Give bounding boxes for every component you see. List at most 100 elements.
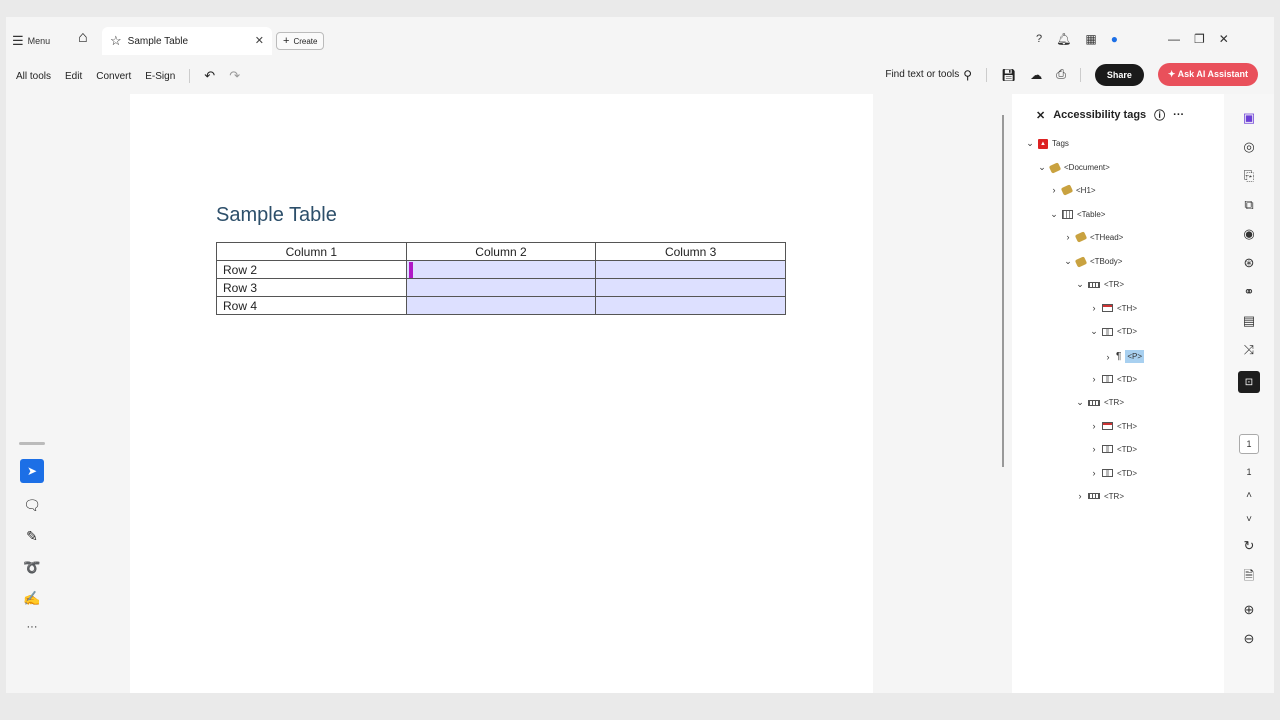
document-page[interactable]: Sample Table Column 1 Column 2 Column 3 … (130, 94, 873, 693)
redo-icon[interactable]: ↷ (229, 68, 240, 84)
edit-button[interactable]: Edit (65, 71, 82, 82)
create-button[interactable]: + Create (276, 32, 325, 50)
table-cell[interactable] (595, 260, 786, 279)
home-icon[interactable]: ⌂ (78, 29, 88, 47)
table-cell[interactable] (405, 296, 597, 315)
sign-icon[interactable]: ✍ (23, 590, 40, 607)
chevron-down-icon[interactable]: ⌄ (1076, 279, 1084, 290)
more-tools-icon[interactable]: ··· (27, 621, 38, 633)
document-properties-icon[interactable]: ▤ (1243, 313, 1255, 329)
drag-handle[interactable] (19, 442, 45, 445)
document-tab[interactable]: ☆ Sample Table ✕ (102, 27, 272, 55)
table-cell[interactable]: Row 3 (216, 278, 407, 297)
info-icon[interactable]: ⓘ (1154, 107, 1165, 123)
table-header-cell[interactable]: Column 1 (216, 242, 407, 261)
profile-icon[interactable]: ● (1111, 32, 1118, 46)
table-cell-selected[interactable] (405, 260, 597, 279)
share-button[interactable]: Share (1094, 63, 1144, 86)
star-icon[interactable]: ☆ (110, 33, 122, 49)
layers-icon[interactable]: ◉ (1243, 226, 1254, 242)
restore-icon[interactable]: ❐ (1194, 32, 1205, 46)
page-fit-icon[interactable]: 🗎︎ (1244, 567, 1254, 589)
select-cursor-icon[interactable]: ➤ (20, 459, 44, 483)
chevron-right-icon[interactable]: › (1050, 185, 1058, 195)
tree-node[interactable]: ⌄ <TD> (1090, 326, 1137, 337)
accessibility-tags-icon[interactable]: ⊡ (1238, 371, 1260, 393)
pages-icon[interactable]: ⧉ (1244, 197, 1253, 213)
bookmark-icon[interactable]: ⎘ (1244, 168, 1254, 184)
convert-button[interactable]: Convert (96, 71, 131, 82)
upload-cloud-icon[interactable]: ☁ (1030, 68, 1042, 82)
attachments-icon[interactable]: ⊛ (1244, 255, 1255, 271)
tree-node-selected[interactable]: › ¶ <P> (1104, 350, 1145, 363)
tree-node[interactable]: › <TD> (1090, 468, 1138, 478)
table-cell[interactable] (405, 278, 597, 297)
save-icon[interactable]: 💾︎ (1001, 68, 1016, 82)
tree-node[interactable]: › <TR> (1076, 491, 1125, 501)
table-cell[interactable]: Row 4 (216, 296, 407, 315)
tree-node[interactable]: › <TD> (1090, 374, 1138, 384)
tree-node[interactable]: › <H1> (1050, 184, 1096, 196)
tree-node[interactable]: › <TH> (1090, 421, 1138, 431)
chevron-right-icon[interactable]: › (1090, 468, 1098, 478)
tree-node[interactable]: › <TD> (1090, 444, 1138, 454)
search-icon: ⚲ (963, 67, 973, 82)
notification-bell-icon[interactable]: 🔔︎ (1056, 32, 1071, 46)
chevron-down-icon[interactable]: ⌄ (1064, 256, 1072, 267)
close-tab-icon[interactable]: ✕ (255, 34, 264, 47)
table-cell[interactable] (595, 296, 786, 315)
table-header-cell[interactable]: Column 3 (595, 242, 786, 261)
link-icon[interactable]: ⚭ (1244, 284, 1255, 300)
tree-node[interactable]: ⌄ <TR> (1076, 397, 1124, 408)
ai-generate-icon[interactable]: ▣ (1243, 110, 1255, 126)
close-window-icon[interactable]: ✕ (1219, 32, 1229, 46)
zoom-in-icon[interactable]: ⊕ (1244, 602, 1255, 618)
ask-ai-assistant-button[interactable]: ✦ Ask AI Assistant (1157, 63, 1258, 86)
find-tools-button[interactable]: Find text or tools ⚲ (885, 68, 972, 82)
esign-button[interactable]: E-Sign (145, 71, 175, 82)
chevron-right-icon[interactable]: › (1090, 421, 1098, 431)
print-icon[interactable]: ⎙ (1056, 67, 1066, 82)
refresh-icon[interactable]: ↻ (1244, 538, 1255, 554)
chevron-right-icon[interactable]: › (1064, 232, 1072, 242)
chevron-right-icon[interactable]: › (1104, 352, 1112, 362)
more-options-icon[interactable]: ··· (1173, 109, 1184, 121)
chevron-right-icon[interactable]: › (1076, 491, 1084, 501)
table-cell[interactable]: Row 2 (216, 260, 407, 279)
chevron-down-icon[interactable]: ⌄ (1026, 138, 1034, 149)
tree-node[interactable]: ⌄ ▲ Tags (1026, 138, 1069, 149)
chevron-right-icon[interactable]: › (1090, 303, 1098, 313)
chevron-right-icon[interactable]: › (1090, 374, 1098, 384)
tree-node[interactable]: ⌄ <TR> (1076, 279, 1124, 290)
title-bar: ☰ Menu ⌂ ☆ Sample Table ✕ + Create ? 🔔︎ … (6, 27, 1274, 55)
chevron-down-icon[interactable]: ⌄ (1038, 162, 1046, 173)
tree-node[interactable]: › <TH> (1090, 303, 1138, 313)
chevron-down-icon[interactable]: ⌄ (1076, 397, 1084, 408)
table-cell[interactable] (595, 278, 786, 297)
minimize-icon[interactable]: — (1168, 32, 1180, 46)
tree-node[interactable]: ⌄ <Document> (1038, 161, 1110, 174)
close-panel-icon[interactable]: ✕ (1036, 109, 1045, 122)
chevron-up-icon[interactable]: ˄ (1246, 490, 1252, 501)
tree-node[interactable]: ⌄ <Table> (1050, 209, 1105, 220)
highlight-pen-icon[interactable]: ✎ (26, 528, 38, 545)
tree-node[interactable]: ⌄ <TBody> (1064, 255, 1122, 268)
zoom-out-icon[interactable]: ⊖ (1244, 631, 1255, 647)
chevron-right-icon[interactable]: › (1090, 444, 1098, 454)
tree-node[interactable]: › <THead> (1064, 231, 1123, 243)
menu-button[interactable]: ☰ Menu (12, 33, 50, 49)
help-icon[interactable]: ? (1036, 33, 1042, 45)
all-tools-button[interactable]: All tools (16, 71, 51, 82)
comment-panel-icon[interactable]: ◎ (1243, 139, 1254, 155)
undo-icon[interactable]: ↶ (204, 68, 215, 84)
table-header-cell[interactable]: Column 2 (405, 242, 597, 261)
chevron-down-icon[interactable]: ⌄ (1090, 326, 1098, 337)
apps-grid-icon[interactable]: ▦ (1085, 32, 1096, 46)
page-number-input[interactable]: 1 (1239, 434, 1259, 454)
order-icon[interactable]: ⤨ (1244, 342, 1254, 358)
comment-icon[interactable]: 🗨︎ (23, 497, 41, 514)
draw-loop-icon[interactable]: ➰ (23, 559, 40, 576)
chevron-down-icon[interactable]: ˅ (1246, 514, 1252, 525)
vertical-scrollbar[interactable] (1002, 115, 1004, 467)
chevron-down-icon[interactable]: ⌄ (1050, 209, 1058, 220)
